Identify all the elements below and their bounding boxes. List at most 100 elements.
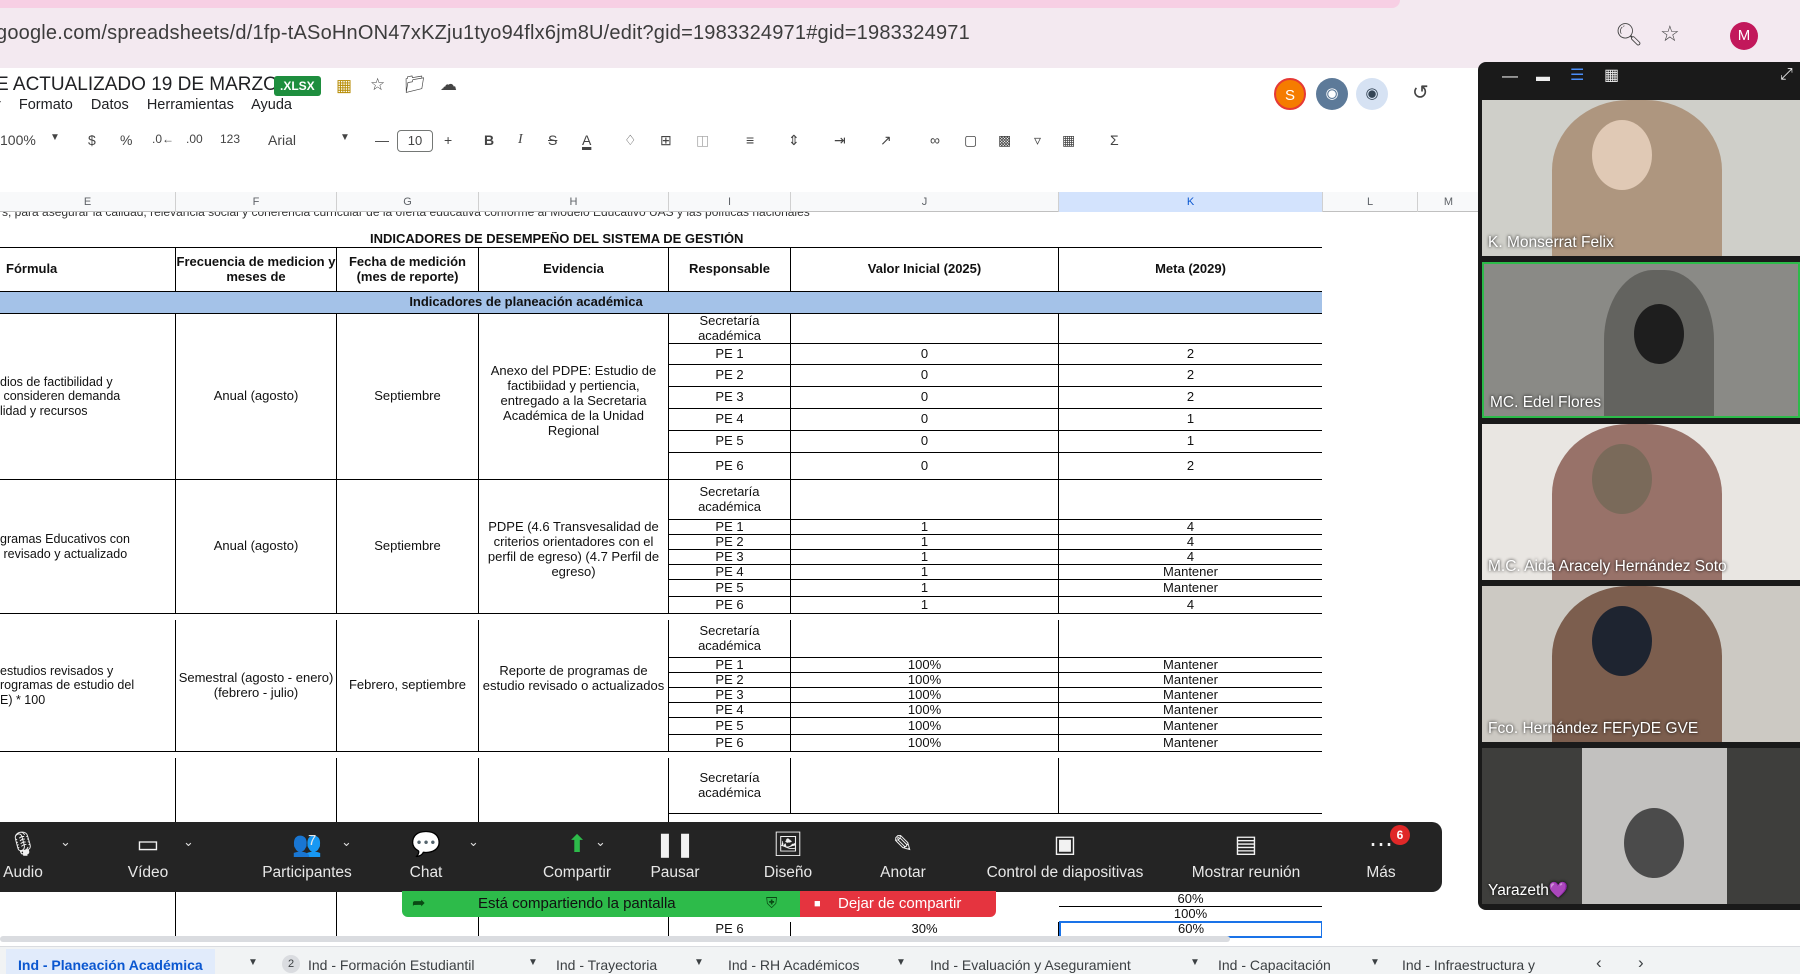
text-rotation-icon[interactable]: ↗ [880, 132, 892, 149]
sheet-icon[interactable]: ▦ [336, 76, 352, 96]
goal-cell[interactable]: 100% [1059, 907, 1322, 922]
program-cell[interactable]: PE 5 [669, 718, 791, 735]
filter-icon[interactable]: ▿ [1034, 132, 1041, 149]
collaborator-avatar-3[interactable]: ◉ [1356, 78, 1388, 110]
initial-value-cell[interactable]: 1 [791, 580, 1059, 597]
column-header-selected[interactable]: K [1059, 192, 1323, 212]
decrease-decimal-button[interactable]: .0← [152, 132, 174, 146]
goal-cell[interactable]: Mantener [1059, 688, 1322, 703]
collaborator-avatar-2[interactable]: ◉ [1316, 78, 1348, 110]
goal-cell[interactable]: 1 [1059, 409, 1322, 431]
measure-date-cell[interactable]: Septiembre [337, 314, 479, 480]
program-cell[interactable]: PE 3 [669, 688, 791, 703]
font-size-decrease-button[interactable]: — [375, 132, 389, 148]
initial-value-cell[interactable]: 1 [791, 565, 1059, 580]
initial-value-cell[interactable]: 0 [791, 409, 1059, 431]
chevron-down-icon[interactable]: ⌄ [60, 834, 71, 850]
column-header[interactable]: I [669, 192, 791, 212]
goal-empty-cell[interactable] [1059, 314, 1322, 344]
tabs-scroll-left-icon[interactable]: ‹ [1596, 953, 1602, 973]
responsible-secretaria-cell[interactable]: Secretaría académica [669, 758, 791, 814]
program-cell[interactable]: PE 5 [669, 580, 791, 597]
align-vertical-icon[interactable]: ⇕ [788, 132, 800, 149]
measure-date-cell[interactable]: Septiembre [337, 480, 479, 614]
program-cell[interactable]: PE 1 [669, 344, 791, 365]
column-header[interactable]: M [1418, 192, 1480, 212]
bookmark-star-icon[interactable]: ☆ [1660, 21, 1680, 47]
initial-value-cell[interactable]: 100% [791, 673, 1059, 688]
url-text[interactable]: google.com/spreadsheets/d/1fp-tASoHnON47… [0, 22, 970, 45]
menu-item[interactable]: Ayuda [251, 97, 292, 113]
program-cell[interactable]: PE 5 [669, 431, 791, 453]
minimize-icon[interactable]: — [1502, 68, 1518, 86]
document-title[interactable]: E ACTUALIZADO 19 DE MARZO [0, 74, 278, 96]
sheet-tab[interactable]: Ind - Trayectoria [556, 957, 657, 973]
value-empty-cell[interactable] [791, 620, 1059, 658]
goal-cell[interactable]: 4 [1059, 520, 1322, 535]
text-color-icon[interactable]: A [582, 132, 591, 148]
evidence-cell[interactable]: PDPE (4.6 Transvesalidad de criterios or… [479, 480, 669, 614]
tab-caret-icon[interactable]: ▼ [694, 957, 704, 968]
initial-value-cell[interactable]: 100% [791, 735, 1059, 752]
initial-value-cell[interactable]: 100% [791, 703, 1059, 718]
column-header[interactable]: H [479, 192, 669, 212]
zoom-select[interactable]: 100% [0, 132, 36, 148]
zoom-pausar-button[interactable]: ❚❚ Pausar [640, 822, 710, 892]
horizontal-scrollbar[interactable] [0, 936, 1230, 942]
responsible-secretaria-cell[interactable]: Secretaría académica [669, 480, 791, 520]
evidence-cell[interactable]: Anexo del PDPE: Estudio de factibiidad y… [479, 314, 669, 480]
evidence-cell[interactable]: Reporte de programas de estudio revisado… [479, 620, 669, 752]
move-folder-icon[interactable]: 📁︎ [404, 75, 426, 95]
formula-cell[interactable]: estudios revisados y rogramas de estudio… [0, 620, 176, 752]
expand-icon[interactable]: ⤢ [1780, 66, 1793, 84]
currency-button[interactable]: $ [88, 132, 96, 148]
goal-cell[interactable]: 4 [1059, 550, 1322, 565]
program-cell[interactable]: PE 3 [669, 387, 791, 409]
menu-item[interactable]: r [0, 97, 1, 113]
profile-avatar[interactable]: M [1730, 22, 1758, 50]
zoom-caret-icon[interactable]: ▼ [50, 132, 60, 143]
gallery-strip-icon[interactable]: ☰ [1570, 65, 1584, 85]
sheet-tab-active[interactable]: Ind - Planeación Académica [6, 949, 215, 974]
menu-item[interactable]: Formato [19, 97, 73, 113]
initial-value-cell[interactable]: 0 [791, 387, 1059, 409]
zoom-compartir-button[interactable]: ⬆ Compartir [514, 822, 640, 892]
zoom-control-de-diapositivas-button[interactable]: ▣ Control de diapositivas [972, 822, 1158, 892]
goal-cell[interactable]: 2 [1059, 344, 1322, 365]
initial-value-cell[interactable]: 0 [791, 344, 1059, 365]
percent-button[interactable]: % [120, 132, 132, 148]
search-icon[interactable]: 🔍︎ [1615, 22, 1643, 48]
functions-icon[interactable]: Σ [1110, 132, 1119, 148]
sheet-tab[interactable]: Ind - Infraestructura y [1402, 957, 1535, 973]
chevron-down-icon[interactable]: ⌄ [183, 834, 194, 850]
frequency-cell[interactable]: Anual (agosto) [176, 314, 337, 480]
participant-tile[interactable]: MC. Edel Flores [1482, 262, 1800, 418]
formula-cell[interactable]: dios de factibilidad y consideren demand… [0, 314, 176, 480]
program-cell[interactable]: PE 4 [669, 565, 791, 580]
goal-cell[interactable]: 2 [1059, 387, 1322, 409]
initial-value-cell[interactable]: 1 [791, 550, 1059, 565]
bold-icon[interactable]: B [484, 132, 494, 148]
tab-caret-icon[interactable]: ▼ [1370, 957, 1380, 968]
participant-tile[interactable]: K. Monserrat Felix [1482, 100, 1800, 256]
initial-value-cell[interactable]: 1 [791, 520, 1059, 535]
column-header[interactable]: J [791, 192, 1059, 212]
participant-tile[interactable]: Yarazeth💜 [1482, 748, 1800, 904]
formula-cell[interactable]: gramas Educativos con revisado y actuali… [0, 480, 176, 614]
tab-caret-icon[interactable]: ▼ [1190, 957, 1200, 968]
frequency-cell[interactable]: Anual (agosto) [176, 480, 337, 614]
font-select[interactable]: Arial [268, 132, 296, 148]
responsible-secretaria-cell[interactable]: Secretaría académica [669, 314, 791, 344]
program-cell[interactable]: PE 2 [669, 673, 791, 688]
program-cell[interactable]: PE 4 [669, 409, 791, 431]
stop-sharing-button[interactable]: ■ Dejar de compartir [800, 891, 996, 917]
program-cell[interactable]: PE 2 [669, 365, 791, 387]
menu-item[interactable]: Datos [91, 97, 129, 113]
zoom-dise-o-button[interactable]: 🖼 Diseño [738, 822, 838, 892]
text-wrap-icon[interactable]: ⇥ [834, 132, 846, 149]
sheet-tab[interactable]: Ind - Evaluación y Aseguramient [930, 957, 1131, 973]
zoom-participantes-button[interactable]: 👥 Participantes [232, 822, 382, 892]
increase-decimal-button[interactable]: .00 [186, 132, 203, 146]
value-empty-cell[interactable] [791, 314, 1059, 344]
merge-cells-icon[interactable]: ◫ [696, 132, 709, 149]
